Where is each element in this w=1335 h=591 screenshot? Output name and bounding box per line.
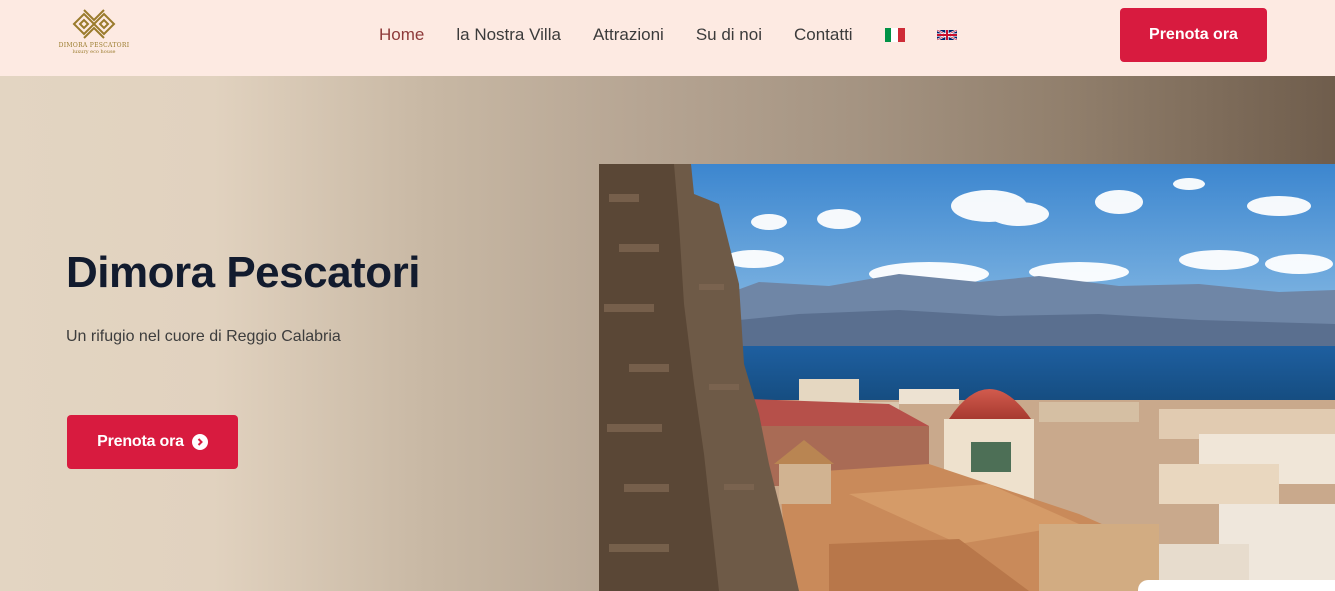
italian-flag-icon[interactable] [884, 28, 905, 42]
hero-title: Dimora Pescatori [66, 248, 420, 297]
hero-section: Dimora Pescatori Un rifugio nel cuore di… [0, 76, 1335, 591]
image-caption-tab [1138, 580, 1335, 591]
nav-item-contatti[interactable]: Contatti [794, 25, 853, 45]
hero-book-button[interactable]: Prenota ora [67, 415, 238, 469]
book-now-button[interactable]: Prenota ora [1120, 8, 1267, 62]
logo-name: DIMORA PESCATORI [58, 42, 130, 49]
chevron-circle-right-icon [191, 434, 208, 450]
logo[interactable]: DIMORA PESCATORI luxury eco house [59, 8, 129, 60]
nav-item-home[interactable]: Home [379, 25, 424, 45]
hero-subtitle: Un rifugio nel cuore di Reggio Calabria [66, 328, 341, 345]
uk-flag-icon[interactable] [936, 28, 957, 42]
nav-item-su-di-noi[interactable]: Su di noi [696, 25, 762, 45]
hero-book-label: Prenota ora [97, 433, 184, 450]
hero-image [599, 164, 1335, 591]
nav-item-attrazioni[interactable]: Attrazioni [593, 25, 664, 45]
site-header: DIMORA PESCATORI luxury eco house Home l… [0, 0, 1335, 76]
main-nav: Home la Nostra Villa Attrazioni Su di no… [379, 0, 989, 70]
logo-tagline: luxury eco house [72, 49, 116, 55]
nav-item-villa[interactable]: la Nostra Villa [456, 25, 561, 45]
logo-emblem-icon [72, 9, 116, 39]
